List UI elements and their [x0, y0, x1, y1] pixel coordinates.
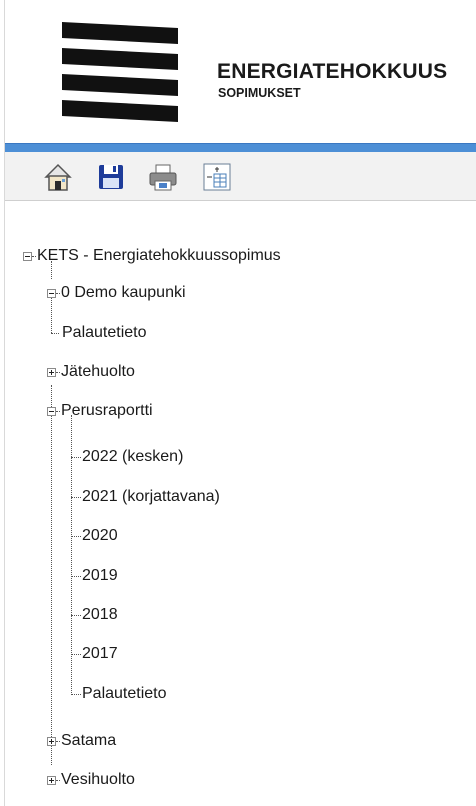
tree-connector: [71, 576, 81, 577]
save-button[interactable]: [95, 161, 127, 193]
tree-node-jatehuolto[interactable]: Jätehuolto: [61, 362, 135, 382]
tree-node-palautetieto[interactable]: Palautetieto: [62, 323, 147, 343]
tree-connector: [71, 615, 81, 616]
expand-toggle-icon[interactable]: [47, 737, 56, 746]
expand-tree-button[interactable]: [201, 161, 233, 193]
tree-connector: [51, 745, 52, 765]
tree-node-2022[interactable]: 2022 (kesken): [82, 447, 183, 467]
tree-node-perusraportti[interactable]: Perusraportti: [61, 401, 153, 421]
tree-connector: [71, 497, 81, 498]
tree-node-root[interactable]: KETS - Energiatehokkuussopimus: [37, 246, 281, 266]
tree-node-palautetieto[interactable]: Palautetieto: [82, 684, 167, 704]
tree-connector: [56, 293, 60, 294]
tree-connector: [51, 293, 52, 333]
collapse-toggle-icon[interactable]: [47, 289, 56, 298]
tree-connector: [71, 654, 81, 655]
home-button[interactable]: [42, 161, 74, 193]
tree-node-2021[interactable]: 2021 (korjattavana): [82, 487, 220, 507]
header: ENERGIATEHOKKUUS SOPIMUKSET: [5, 0, 476, 140]
collapse-toggle-icon[interactable]: [23, 252, 32, 261]
home-icon: [44, 163, 72, 191]
tree-connector: [71, 457, 81, 458]
expand-toggle-icon[interactable]: [47, 776, 56, 785]
tree-connector: [56, 780, 60, 781]
tree-connector: [32, 256, 36, 257]
energiatehokkuus-logo: [62, 22, 178, 122]
expand-toggle-icon[interactable]: [47, 368, 56, 377]
tree-connector: [71, 536, 81, 537]
tree-node-2019[interactable]: 2019: [82, 566, 118, 586]
navigation-tree: KETS - Energiatehokkuussopimus 0 Demo ka…: [5, 205, 476, 805]
tree-node-2018[interactable]: 2018: [82, 605, 118, 625]
save-icon: [99, 165, 123, 189]
tree-node-city[interactable]: 0 Demo kaupunki: [61, 283, 186, 303]
print-icon: [149, 164, 177, 191]
tree-connector: [56, 741, 60, 742]
tree-node-2020[interactable]: 2020: [82, 526, 118, 546]
tree-connector: [56, 372, 60, 373]
tree-node-satama[interactable]: Satama: [61, 731, 116, 751]
print-button[interactable]: [147, 161, 179, 193]
header-divider-bar: [5, 143, 476, 152]
tree-node-2017[interactable]: 2017: [82, 644, 118, 664]
collapse-toggle-icon[interactable]: [47, 407, 56, 416]
brand-subtitle: SOPIMUKSET: [218, 86, 301, 100]
tree-connector: [51, 385, 52, 741]
toolbar: [5, 152, 476, 201]
tree-node-vesihuolto[interactable]: Vesihuolto: [61, 770, 135, 790]
tree-connector: [56, 411, 60, 412]
brand-title: ENERGIATEHOKKUUS: [217, 60, 448, 83]
tree-connector: [51, 333, 59, 334]
tree-connector: [71, 694, 81, 695]
expand-tree-icon: [203, 163, 231, 191]
